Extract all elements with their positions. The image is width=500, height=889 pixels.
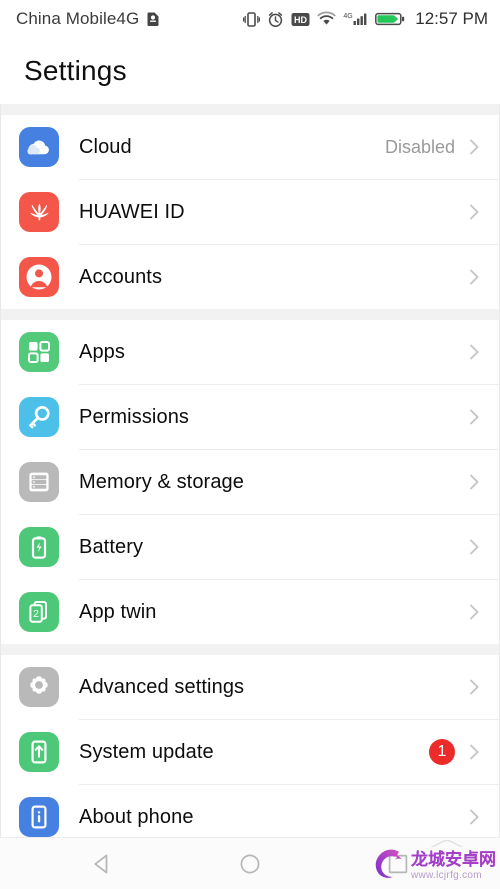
status-icons: HD 4G 12:57 PM: [243, 9, 488, 29]
chevron-right-icon: [469, 472, 481, 492]
group-separator: [1, 309, 499, 320]
group-separator: [1, 644, 499, 655]
settings-row-memory-storage[interactable]: Memory & storage: [1, 450, 499, 514]
alarm-clock-icon: [267, 11, 284, 28]
chevron-right-icon: [469, 602, 481, 622]
settings-row-app-twin[interactable]: 2 App twin: [1, 580, 499, 644]
cloud-icon: [19, 127, 59, 167]
sim-card-icon: [146, 11, 160, 27]
carrier-area: China Mobile4G: [16, 9, 160, 29]
status-bar: China Mobile4G HD 4G 12:57 PM: [0, 0, 500, 38]
back-triangle-icon[interactable]: [82, 844, 122, 884]
settings-row-label: About phone: [79, 805, 194, 828]
settings-row-label: Memory & storage: [79, 470, 244, 493]
settings-row-permissions[interactable]: Permissions: [1, 385, 499, 449]
phone-screen: China Mobile4G HD 4G 12:57 PM Settings C…: [0, 0, 500, 889]
settings-group-account: Cloud Disabled HUAWEI ID Accounts: [1, 115, 499, 309]
grid-apps-icon: [19, 332, 59, 372]
settings-row-label: Battery: [79, 535, 144, 558]
settings-row-system-update[interactable]: System update 1: [1, 720, 499, 784]
svg-text:2: 2: [33, 608, 39, 620]
chevron-right-icon: [469, 742, 481, 762]
recents-square-icon[interactable]: [378, 844, 418, 884]
wifi-icon: [317, 11, 336, 27]
svg-text:4G: 4G: [344, 13, 353, 20]
battery-charging-icon: [375, 11, 405, 27]
carrier-name: China Mobile4G: [16, 9, 140, 28]
chevron-right-icon: [469, 137, 481, 157]
person-circle-icon: [19, 257, 59, 297]
chevron-right-icon: [469, 407, 481, 427]
watermark-text: 龙城安卓网 www.lcjrfg.com: [411, 852, 496, 881]
settings-row-battery[interactable]: Battery: [1, 515, 499, 579]
chevron-right-icon: [469, 202, 481, 222]
settings-row-label: Permissions: [79, 405, 190, 428]
settings-row-about-phone[interactable]: About phone: [1, 785, 499, 837]
settings-row-accounts[interactable]: Accounts: [1, 245, 499, 309]
gear-icon: [19, 667, 59, 707]
status-badge: 1: [429, 739, 455, 765]
system-update-icon: [19, 732, 59, 772]
chevron-right-icon: [469, 537, 481, 557]
settings-group-system: Advanced settings System update 1 About …: [1, 655, 499, 837]
navbar-notch-icon: [430, 837, 464, 847]
chevron-right-icon: [469, 807, 481, 827]
settings-row-label: Cloud: [79, 135, 132, 158]
chevron-right-icon: [469, 342, 481, 362]
key-icon: [19, 397, 59, 437]
chevron-right-icon: [469, 267, 481, 287]
home-circle-icon[interactable]: [230, 844, 270, 884]
watermark-site-name: 龙城安卓网: [411, 850, 496, 870]
settings-row-advanced-settings[interactable]: Advanced settings: [1, 655, 499, 719]
settings-row-label: HUAWEI ID: [79, 200, 185, 223]
navigation-bar: 龙城安卓网 www.lcjrfg.com: [0, 837, 500, 889]
status-bar-clock: 12:57 PM: [415, 9, 488, 28]
watermark-url: www.lcjrfg.com: [411, 870, 482, 881]
info-phone-icon: [19, 797, 59, 837]
app-twin-icon: 2: [19, 592, 59, 632]
battery-icon: [19, 527, 59, 567]
storage-stack-icon: [19, 462, 59, 502]
chevron-right-icon: [469, 677, 481, 697]
settings-row-label: Apps: [79, 340, 125, 363]
settings-list[interactable]: Cloud Disabled HUAWEI ID Accounts Apps P…: [0, 104, 500, 837]
settings-row-huawei-id[interactable]: HUAWEI ID: [1, 180, 499, 244]
settings-row-apps[interactable]: Apps: [1, 320, 499, 384]
page-title: Settings: [24, 55, 127, 86]
signal-4g-icon: 4G: [343, 11, 368, 27]
svg-text:HD: HD: [294, 15, 307, 25]
vibrate-icon: [243, 11, 261, 28]
group-separator: [1, 104, 499, 115]
hd-voice-icon: HD: [291, 12, 310, 27]
settings-row-cloud[interactable]: Cloud Disabled: [1, 115, 499, 179]
title-bar: Settings: [0, 38, 500, 104]
settings-group-apps: Apps Permissions Memory & storage Batter…: [1, 320, 499, 644]
huawei-logo-icon: [19, 192, 59, 232]
settings-row-label: System update: [79, 740, 214, 763]
settings-row-label: App twin: [79, 600, 157, 623]
settings-row-label: Advanced settings: [79, 675, 245, 698]
cloud-status-value: Disabled: [384, 136, 455, 157]
settings-row-label: Accounts: [79, 265, 163, 288]
